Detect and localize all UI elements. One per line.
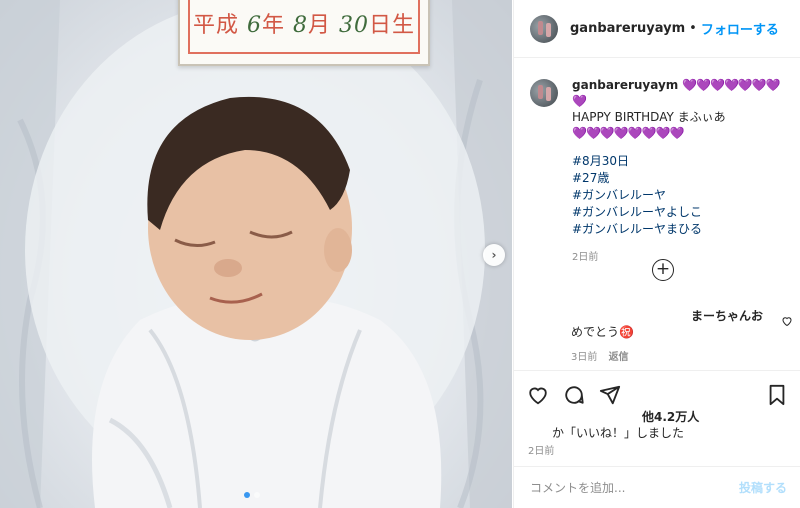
comment-input[interactable]: [530, 480, 739, 495]
comments-area: ganbareruyaym 💜💜💜💜💜💜💜💜 HAPPY BIRTHDAY まふ…: [514, 59, 800, 370]
post-header: ganbareruyaym • フォローする: [514, 0, 800, 58]
day-unit: 日生: [369, 13, 416, 38]
birth-month: 8: [293, 13, 308, 38]
comment-icon[interactable]: [562, 383, 586, 407]
caption: ganbareruyaym 💜💜💜💜💜💜💜💜 HAPPY BIRTHDAY まふ…: [530, 77, 785, 266]
header-separator: •: [689, 21, 697, 36]
carousel-next-button[interactable]: ›: [483, 244, 505, 266]
caption-timestamp[interactable]: 2日前: [572, 250, 785, 266]
era-label: 平成: [192, 13, 239, 38]
hashtag-link[interactable]: #ガンバレルーヤまひる: [572, 221, 785, 238]
heart-icon[interactable]: [526, 383, 550, 407]
bookmark-icon[interactable]: [765, 383, 789, 407]
hashtag-link[interactable]: #8月30日: [572, 153, 785, 170]
reply-button[interactable]: 返信: [609, 352, 629, 363]
add-comment-form: 投稿する: [514, 466, 800, 508]
baby-photo-illustration: [0, 0, 512, 508]
caption-username[interactable]: ganbareruyaym: [572, 78, 678, 92]
hashtag-link[interactable]: #ガンバレルーヤ: [572, 187, 785, 204]
birth-date-text: 平成 6年 8月 30日生: [193, 7, 415, 39]
hashtag-link[interactable]: #ガンバレルーヤよしこ: [572, 204, 785, 221]
plus-circle-icon: +: [655, 259, 671, 279]
comment-meta: 3日前 返信: [571, 349, 629, 367]
likes-text: か「いいね！」しました: [552, 426, 685, 440]
birth-day: 30: [339, 13, 370, 38]
caption-body: ganbareruyaym 💜💜💜💜💜💜💜💜 HAPPY BIRTHDAY まふ…: [572, 77, 785, 266]
year-unit: 年: [261, 13, 285, 38]
month-unit: 月: [308, 13, 332, 38]
caption-hearts-2: 💜💜💜💜💜💜💜💜: [572, 126, 685, 140]
paper-plane-icon[interactable]: [598, 383, 622, 407]
heart-outline-icon[interactable]: [781, 315, 793, 333]
header-username[interactable]: ganbareruyaym: [570, 21, 685, 36]
likes-count[interactable]: 他4.2万人: [642, 408, 699, 425]
post-comment-button[interactable]: 投稿する: [739, 479, 787, 496]
birth-name-card: 平成 6年 8月 30日生: [178, 0, 430, 66]
load-more-comments-button[interactable]: +: [652, 259, 674, 281]
action-bar: [514, 370, 800, 410]
post-timestamp[interactable]: 2日前: [528, 442, 554, 457]
caption-avatar[interactable]: [530, 79, 558, 107]
hashtag-list: #8月30日 #27歳 #ガンバレルーヤ #ガンバレルーヤよしこ #ガンバレルー…: [572, 153, 785, 238]
carousel-dot: [254, 492, 260, 498]
comment-timestamp[interactable]: 3日前: [571, 352, 597, 363]
comment-username[interactable]: まーちゃんお: [691, 307, 763, 325]
avatar[interactable]: [530, 14, 558, 43]
chevron-right-icon: ›: [491, 248, 497, 262]
carousel-dots: [244, 492, 260, 498]
birth-year: 6: [246, 13, 262, 38]
follow-button[interactable]: フォローする: [701, 19, 779, 38]
post-photo[interactable]: 平成 6年 8月 30日生 ›: [0, 0, 512, 508]
caption-text: HAPPY BIRTHDAY まふぃあ: [572, 110, 726, 124]
hashtag-link[interactable]: #27歳: [572, 170, 785, 187]
carousel-dot: [244, 492, 250, 498]
post-side-panel: ganbareruyaym • フォローする ganbareruyaym 💜💜💜…: [513, 0, 800, 508]
comment-text: めでとう㊗️: [571, 325, 634, 339]
